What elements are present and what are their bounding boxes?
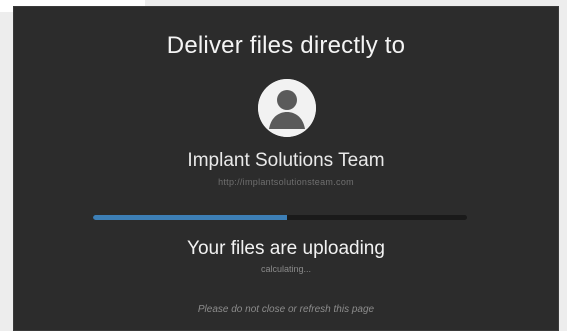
recipient-name: Implant Solutions Team bbox=[187, 150, 385, 171]
upload-progress-bar bbox=[93, 215, 467, 220]
recipient-url: http://implantsolutionsteam.com bbox=[218, 177, 354, 187]
do-not-close-notice: Please do not close or refresh this page bbox=[197, 304, 375, 315]
upload-status-detail: calculating... bbox=[260, 264, 312, 274]
avatar bbox=[258, 79, 316, 137]
page-title: Deliver files directly to bbox=[166, 32, 406, 59]
upload-status-title: Your files are uploading bbox=[187, 238, 385, 259]
upload-panel: Deliver files directly to Implant Soluti… bbox=[13, 6, 559, 331]
upload-progress-fill bbox=[93, 215, 288, 220]
user-avatar-icon bbox=[258, 79, 316, 137]
